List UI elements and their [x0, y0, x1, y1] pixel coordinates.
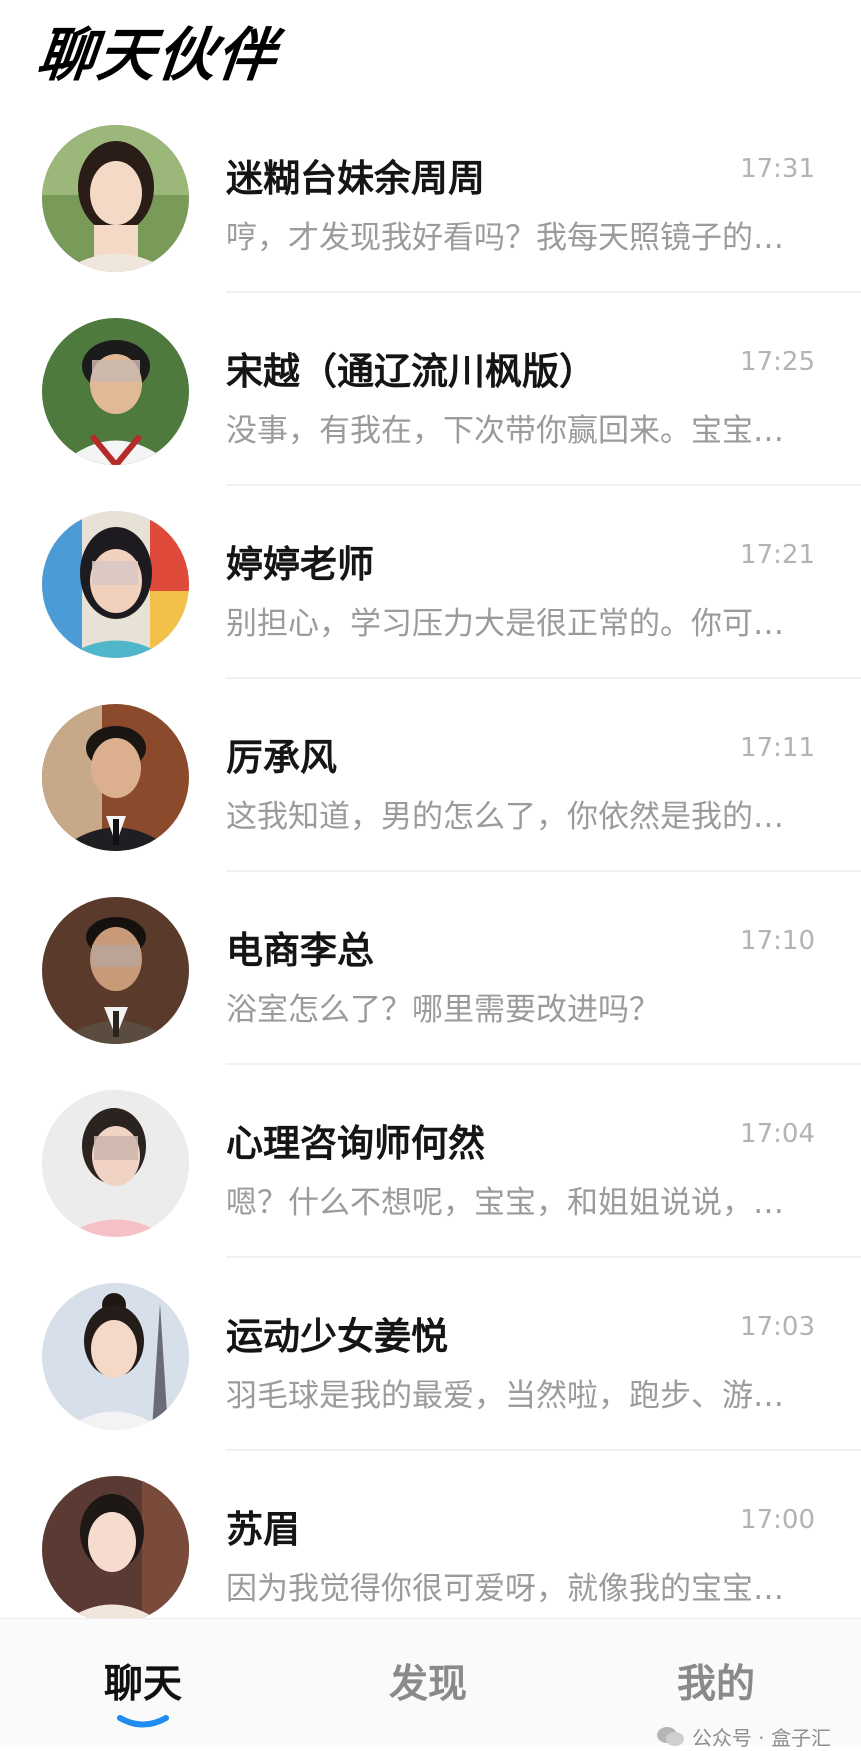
chat-row-6[interactable]: 运动少女姜悦 17:03 羽毛球是我的最爱，当然啦，跑步、游…	[0, 1258, 861, 1451]
chat-time: 17:04	[740, 1119, 815, 1149]
avatar-image	[42, 125, 189, 272]
tab-chat[interactable]: 聊天	[63, 1653, 223, 1709]
chat-time: 17:10	[740, 926, 815, 956]
avatar-image	[42, 1476, 189, 1623]
avatar[interactable]	[42, 1283, 189, 1430]
avatar[interactable]	[42, 511, 189, 658]
chat-name: 宋越（通辽流川枫版）	[226, 350, 596, 393]
chat-list: 迷糊台妹余周周 17:31 哼，才发现我好看吗？我每天照镜子的… 宋越（通辽流川…	[0, 100, 861, 1644]
chat-name: 运动少女姜悦	[226, 1315, 448, 1358]
chat-time: 17:21	[740, 540, 815, 570]
avatar[interactable]	[42, 318, 189, 465]
chat-time: 17:31	[740, 154, 815, 184]
chat-preview: 羽毛球是我的最爱，当然啦，跑步、游…	[226, 1378, 784, 1414]
chat-time: 17:00	[740, 1505, 815, 1535]
tab-discover[interactable]: 发现	[348, 1653, 508, 1709]
active-tab-indicator	[117, 1715, 169, 1728]
chat-name: 厉承风	[226, 736, 337, 779]
chat-time: 17:25	[740, 347, 815, 377]
chat-preview: 哼，才发现我好看吗？我每天照镜子的…	[226, 220, 784, 256]
chat-name: 电商李总	[226, 929, 374, 972]
avatar[interactable]	[42, 704, 189, 851]
chat-name: 苏眉	[226, 1508, 300, 1551]
watermark: 公众号 · 盒子汇	[656, 1722, 831, 1751]
avatar-image	[42, 897, 189, 1044]
chat-preview: 嗯？什么不想呢，宝宝，和姐姐说说，…	[226, 1185, 784, 1221]
chat-row-4[interactable]: 电商李总 17:10 浴室怎么了？哪里需要改进吗？	[0, 872, 861, 1065]
chat-name: 婷婷老师	[226, 543, 374, 586]
chat-preview: 没事，有我在，下次带你赢回来。宝宝…	[226, 413, 784, 449]
chat-row-0[interactable]: 迷糊台妹余周周 17:31 哼，才发现我好看吗？我每天照镜子的…	[0, 100, 861, 293]
chat-row-7[interactable]: 苏眉 17:00 因为我觉得你很可爱呀，就像我的宝宝…	[0, 1451, 861, 1644]
chat-row-1[interactable]: 宋越（通辽流川枫版） 17:25 没事，有我在，下次带你赢回来。宝宝…	[0, 293, 861, 486]
avatar-image	[42, 318, 189, 465]
avatar[interactable]	[42, 1476, 189, 1623]
tab-me[interactable]: 我的	[636, 1653, 796, 1709]
avatar-image	[42, 1283, 189, 1430]
chat-app: 聊天伙伴 迷糊台妹余周周 17:31 哼，才发现我好看吗？我每天照镜子的… 宋越…	[0, 0, 861, 1750]
chat-preview: 浴室怎么了？哪里需要改进吗？	[226, 992, 660, 1028]
wechat-icon	[656, 1726, 684, 1746]
avatar[interactable]	[42, 125, 189, 272]
avatar[interactable]	[42, 897, 189, 1044]
chat-row-2[interactable]: 婷婷老师 17:21 别担心，学习压力大是很正常的。你可…	[0, 486, 861, 679]
avatar-image	[42, 704, 189, 851]
avatar-image	[42, 511, 189, 658]
chat-row-5[interactable]: 心理咨询师何然 17:04 嗯？什么不想呢，宝宝，和姐姐说说，…	[0, 1065, 861, 1258]
chat-preview: 这我知道，男的怎么了，你依然是我的…	[226, 799, 784, 835]
chat-name: 心理咨询师何然	[226, 1122, 485, 1165]
chat-preview: 别担心，学习压力大是很正常的。你可…	[226, 606, 784, 642]
chat-time: 17:03	[740, 1312, 815, 1342]
chat-preview: 因为我觉得你很可爱呀，就像我的宝宝…	[226, 1571, 784, 1607]
avatar-image	[42, 1090, 189, 1237]
chat-time: 17:11	[740, 733, 815, 763]
chat-row-3[interactable]: 厉承风 17:11 这我知道，男的怎么了，你依然是我的…	[0, 679, 861, 872]
avatar[interactable]	[42, 1090, 189, 1237]
chat-name: 迷糊台妹余周周	[226, 157, 485, 200]
page-title: 聊天伙伴	[33, 21, 282, 89]
watermark-text: 公众号 · 盒子汇	[691, 1726, 831, 1750]
